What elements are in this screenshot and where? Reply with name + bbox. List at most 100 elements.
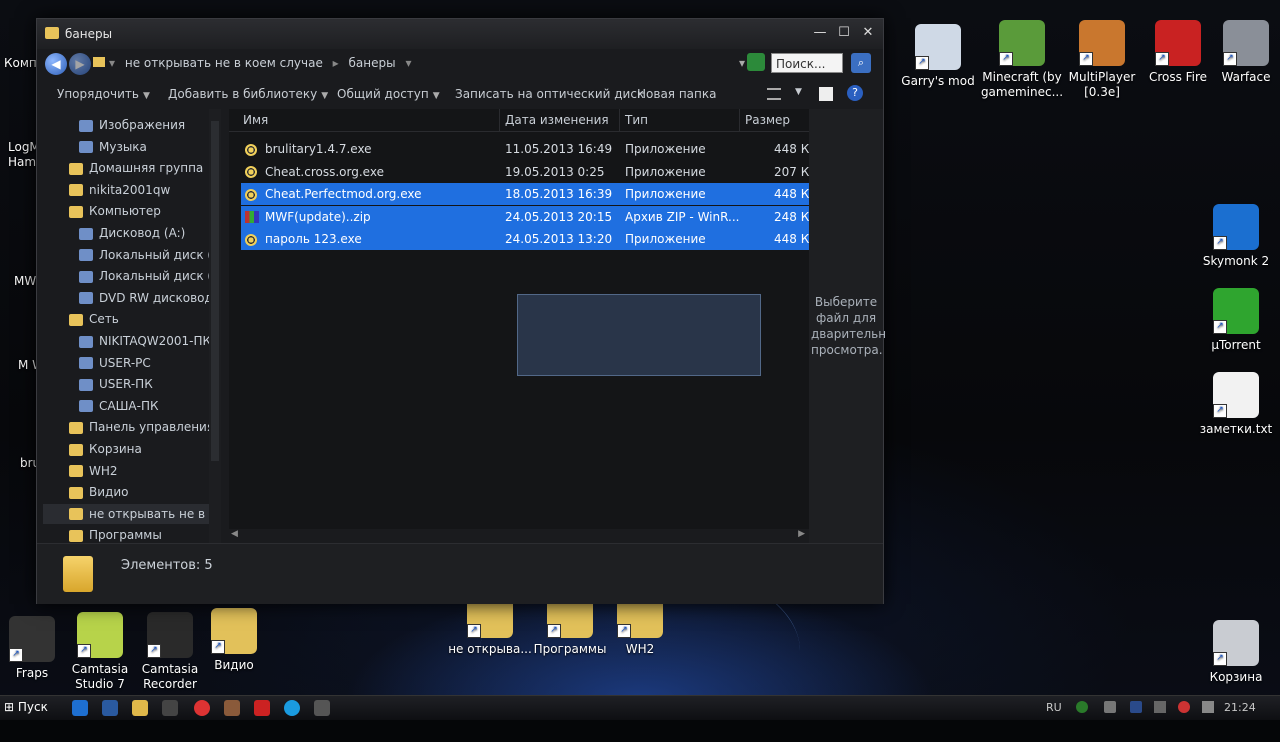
yandex-icon[interactable] (194, 700, 210, 716)
refresh-icon[interactable] (747, 53, 765, 71)
nav-item-label: Музыка (99, 139, 147, 154)
start-button[interactable]: ⊞ Пуск (4, 700, 48, 714)
view-options-icon[interactable] (767, 88, 781, 100)
nav-item[interactable]: Компьютер (43, 201, 209, 221)
media-icon[interactable] (102, 700, 118, 716)
nav-item-label: USER-ПК (99, 377, 153, 392)
app-icon[interactable] (314, 700, 330, 716)
clock[interactable]: 21:24 (1224, 701, 1256, 714)
column-date[interactable]: Дата изменения (505, 113, 609, 127)
organize-button[interactable]: Упорядочить ▼ (57, 87, 150, 101)
column-type[interactable]: Тип (625, 113, 648, 127)
desktop-icon[interactable]: ↗ Minecraft (by gameminec... (980, 20, 1064, 100)
desktop-icon[interactable]: ↗ Корзина (1194, 620, 1278, 685)
column-divider[interactable] (499, 109, 500, 131)
nav-item[interactable]: Дисковод (A:) (43, 223, 209, 243)
desktop-icon[interactable]: ↗ Garry's mod (896, 24, 980, 89)
scrollbar-thumb[interactable] (211, 121, 219, 461)
desktop-icon[interactable]: ↗ Warface (1204, 20, 1280, 85)
forward-button[interactable]: ▶ (69, 53, 91, 75)
tray-icon[interactable] (1178, 701, 1190, 713)
desktop-icon-image: ↗ (1213, 372, 1259, 418)
nav-item[interactable]: Видио (43, 482, 209, 502)
share-button[interactable]: Общий доступ ▼ (337, 87, 440, 101)
title-bar[interactable]: банеры — ☐ ✕ (37, 19, 883, 49)
desktop-icon[interactable]: ↗ μTorrent (1194, 288, 1278, 353)
nav-item[interactable]: Изображения (43, 115, 209, 135)
skype-icon[interactable] (284, 700, 300, 716)
nav-item[interactable]: САША-ПК (43, 396, 209, 416)
nav-item[interactable]: NIKITAQW2001-ПК (43, 331, 209, 351)
desktop-icon[interactable]: ↗ MultiPlayer [0.3e] (1060, 20, 1144, 100)
nav-item-icon (79, 141, 93, 154)
nav-item[interactable]: Программы (43, 525, 209, 543)
desktop-icon[interactable]: ↗ заметки.txt (1194, 372, 1278, 437)
app-icon[interactable] (162, 700, 178, 716)
nav-item[interactable]: USER-PC (43, 353, 209, 373)
desktop-icon[interactable]: ↗ Skymonk 2 (1194, 204, 1278, 269)
tray-icon[interactable] (1130, 701, 1142, 713)
file-row[interactable]: пароль 123.exe 24.05.2013 13:20 Приложение… (241, 228, 817, 250)
column-name[interactable]: Имя (243, 113, 268, 127)
language-indicator[interactable]: RU (1046, 701, 1062, 714)
nav-item[interactable]: nikita2001qw (43, 180, 209, 200)
add-to-library-button[interactable]: Добавить в библиотеку ▼ (168, 87, 328, 101)
nav-item[interactable]: Домашняя группа (43, 158, 209, 178)
horizontal-scrollbar[interactable]: ◀ ▶ (229, 529, 809, 543)
column-divider[interactable] (619, 109, 620, 131)
file-row[interactable]: MWF(update)..zip 24.05.2013 20:15 Архив ZI… (241, 205, 817, 228)
desktop-icon-image: ↗ (1223, 20, 1269, 66)
desktop-icon-image: ↗ (999, 20, 1045, 66)
column-headers: Имя Дата изменения Тип Размер (229, 109, 809, 132)
game-icon[interactable] (224, 700, 240, 716)
nav-item[interactable]: Локальный диск (D: (43, 266, 209, 286)
maximize-button[interactable]: ☐ (835, 25, 853, 41)
crossfire-icon[interactable] (254, 700, 270, 716)
nav-item[interactable]: не открывать не в ко (43, 503, 209, 524)
back-button[interactable]: ◀ (45, 53, 67, 75)
nav-item[interactable]: Сеть (43, 309, 209, 329)
column-size[interactable]: Размер (745, 113, 790, 127)
explorer-icon[interactable] (132, 700, 148, 716)
minimize-button[interactable]: — (811, 25, 829, 41)
file-name-cell: brulitary1.4.7.exe (245, 138, 372, 160)
nav-item[interactable]: WH2 (43, 461, 209, 481)
nav-item[interactable]: Локальный диск (C: (43, 245, 209, 265)
help-icon[interactable]: ? (847, 85, 863, 101)
volume-icon[interactable] (1202, 701, 1214, 713)
breadcrumb-item[interactable]: не открывать не в коем случае (125, 56, 323, 70)
nav-item-label: Компьютер (89, 204, 161, 219)
preview-pane-icon[interactable] (819, 87, 833, 101)
search-input[interactable]: Поиск... (771, 53, 843, 73)
details-pane: Элементов: 5 (37, 543, 883, 604)
nav-item[interactable]: DVD RW дисковод ( (43, 288, 209, 308)
ie-icon[interactable] (72, 700, 88, 716)
new-folder-button[interactable]: Новая папка (637, 87, 716, 101)
view-dropdown-icon[interactable]: ▼ (795, 87, 802, 97)
tray-icon[interactable] (1104, 701, 1116, 713)
nav-item[interactable]: Корзина (43, 439, 209, 459)
search-icon[interactable]: ⌕ (851, 53, 871, 73)
burn-disc-button[interactable]: Записать на оптический диск (455, 87, 644, 101)
tray-icon[interactable] (1076, 701, 1088, 713)
shortcut-arrow-icon: ↗ (211, 640, 225, 654)
scroll-right-icon[interactable]: ▶ (798, 529, 805, 539)
nav-scrollbar[interactable] (209, 109, 221, 543)
nav-item[interactable]: USER-ПК (43, 374, 209, 394)
breadcrumb-item[interactable]: банеры (349, 56, 396, 70)
history-dropdown-icon[interactable]: ▾ (739, 56, 745, 70)
nav-item-icon (79, 357, 93, 370)
breadcrumb[interactable]: ▾ не открывать не в коем случае ▸ банеры… (109, 56, 417, 70)
desktop-icon[interactable]: ↗ Видио (192, 608, 276, 673)
column-divider[interactable] (739, 109, 740, 131)
network-icon[interactable] (1154, 701, 1166, 713)
nav-item[interactable]: Панель управления (43, 417, 209, 437)
file-row[interactable]: Cheat.cross.org.exe 19.05.2013 0:25 Прилож… (241, 161, 817, 183)
close-button[interactable]: ✕ (859, 25, 877, 41)
file-date: 24.05.2013 13:20 (505, 232, 613, 246)
file-row[interactable]: Cheat.Perfectmod.org.exe 18.05.2013 16:39… (241, 183, 817, 205)
file-row[interactable]: brulitary1.4.7.exe 11.05.2013 16:49 Прилож… (241, 138, 817, 160)
scroll-left-icon[interactable]: ◀ (231, 529, 238, 539)
file-type: Приложение (625, 187, 706, 201)
nav-item[interactable]: Музыка (43, 137, 209, 157)
